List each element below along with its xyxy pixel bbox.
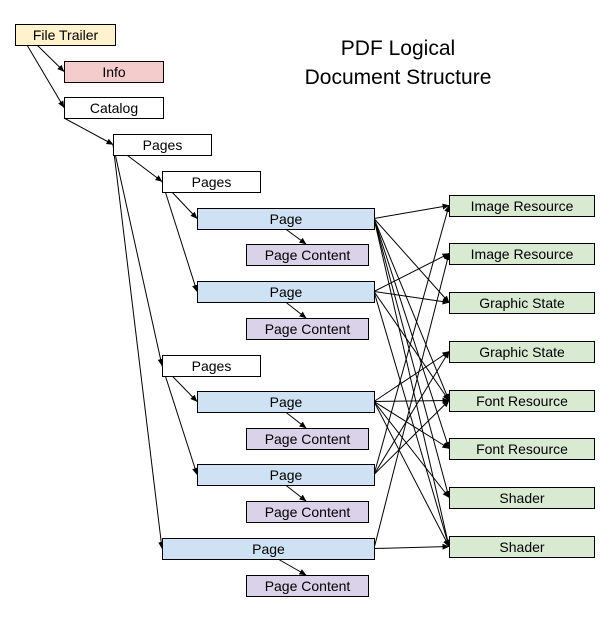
node-label-pages_a: Pages [192, 174, 232, 190]
edge-page3-to-shader2 [373, 401, 450, 547]
node-page1: Page [197, 208, 375, 230]
node-label-content5: Page Content [265, 578, 351, 594]
edge-page5-to-content5 [277, 558, 307, 576]
node-font1: Font Resource [449, 390, 595, 412]
pdf-structure-diagram: File Trailer Info Catalog Pages Pages Page Pag… [15, 24, 595, 597]
node-font2: Font Resource [449, 438, 595, 460]
node-label-catalog: Catalog [90, 100, 138, 116]
node-page4: Page [197, 464, 375, 486]
edges-layer [26, 44, 451, 576]
node-label-content2: Page Content [265, 321, 351, 337]
node-label-page2: Page [270, 284, 303, 300]
node-label-page1: Page [270, 211, 303, 227]
edge-page2-to-content2 [285, 301, 307, 319]
node-img1: Image Resource [449, 195, 595, 217]
node-label-shader1: Shader [499, 490, 544, 506]
edge-page1-to-shader2 [373, 218, 451, 547]
edge-page1-to-content1 [285, 228, 307, 245]
node-content3: Page Content [246, 428, 369, 450]
node-pages_a: Pages [162, 171, 261, 193]
node-info: Info [64, 61, 164, 83]
edge-trailer-to-catalog [26, 44, 65, 108]
node-shader2: Shader [449, 536, 595, 558]
edge-pages_root-to-page5 [112, 144, 165, 549]
node-label-content3: Page Content [265, 431, 351, 447]
edge-page2-to-shader2 [373, 291, 451, 547]
edge-trailer-to-info [36, 44, 65, 72]
node-gs2: Graphic State [449, 341, 595, 363]
node-label-pages_b: Pages [192, 358, 232, 374]
diagram-title-line-1: PDF Logical [341, 37, 455, 60]
node-label-gs2: Graphic State [479, 344, 565, 360]
node-label-content1: Page Content [265, 247, 351, 263]
node-label-page3: Page [270, 394, 303, 410]
node-label-info: Info [102, 64, 126, 80]
node-label-page5: Page [252, 541, 285, 557]
node-pages_b: Pages [162, 355, 261, 377]
edge-page4-to-font1 [373, 400, 450, 475]
node-gs1: Graphic State [449, 292, 595, 314]
edge-catalog-to-pages_root [63, 117, 114, 145]
node-content5: Page Content [246, 575, 369, 597]
node-content2: Page Content [246, 318, 369, 340]
edge-pages_root-to-pages_b [112, 144, 164, 366]
node-label-img1: Image Resource [471, 198, 574, 214]
node-content4: Page Content [246, 501, 369, 523]
node-label-trailer: File Trailer [33, 27, 99, 43]
node-page3: Page [197, 391, 375, 413]
edge-page1-to-img1 [373, 203, 450, 219]
node-img2: Image Resource [449, 243, 595, 265]
node-trailer: File Trailer [15, 24, 116, 46]
node-label-gs1: Graphic State [479, 295, 565, 311]
edge-pages_a-to-page2 [161, 181, 198, 292]
node-pages_root: Pages [113, 134, 212, 156]
node-label-page4: Page [270, 467, 303, 483]
node-page5: Page [162, 538, 375, 560]
edge-page4-to-content4 [285, 484, 307, 502]
node-shader1: Shader [449, 487, 595, 509]
node-label-img2: Image Resource [471, 246, 574, 262]
nodes-layer: File Trailer Info Catalog Pages Pages Page Pag… [15, 24, 595, 597]
edge-pages_b-to-page4 [161, 365, 198, 475]
node-label-font1: Font Resource [476, 393, 568, 409]
diagram-title-line-2: Document Structure [305, 66, 492, 89]
edge-page3-to-shader1 [373, 401, 450, 498]
edge-page3-to-font2 [373, 401, 450, 449]
node-label-font2: Font Resource [476, 441, 568, 457]
edge-page3-to-content3 [285, 411, 307, 429]
edge-page5-to-shader2 [373, 543, 450, 550]
node-label-pages_root: Pages [143, 137, 183, 153]
node-label-content4: Page Content [265, 504, 351, 520]
edge-page1-to-font2 [373, 218, 450, 449]
node-label-shader2: Shader [499, 539, 544, 555]
node-catalog: Catalog [64, 97, 164, 119]
node-content1: Page Content [246, 244, 369, 266]
node-page2: Page [197, 281, 375, 303]
